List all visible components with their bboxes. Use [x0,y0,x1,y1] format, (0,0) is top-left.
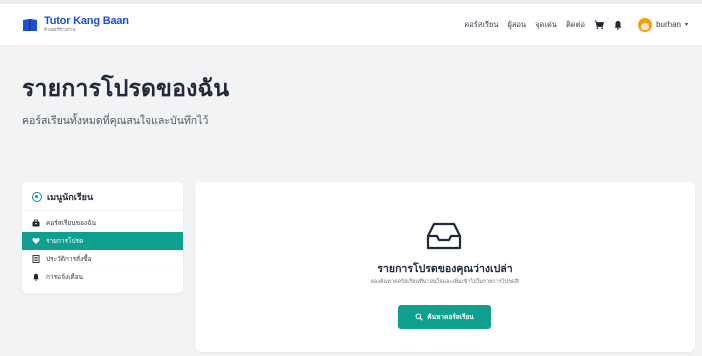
navbar: Tutor Kang Baan ติวเตอร์ข้างบ้าน คอร์สเร… [0,4,702,46]
sidebar-item-label: คอร์สเรียนของฉัน [46,220,97,227]
sidebar-header: เมนูนักเรียน [22,182,183,210]
cart-icon[interactable] [594,20,605,30]
page-header: รายการโปรดของฉัน คอร์สเรียนทั้งหมดที่คุณ… [22,71,229,129]
inbox-icon [426,222,462,250]
nav-link-instructors[interactable]: ผู้สอน [508,19,527,31]
page-subtitle: คอร์สเรียนทั้งหมดที่คุณสนใจและบันทึกไว้ [22,115,209,127]
chevron-down-icon: ▾ [684,22,688,28]
empty-state-title: รายการโปรดของคุณว่างเปล่า [377,263,513,275]
toolbox-icon [32,219,40,227]
sidebar-item-label: ประวัติการสั่งซื้อ [46,256,92,263]
heart-icon [32,238,40,244]
nav-link-courses[interactable]: คอร์สเรียน [464,19,498,31]
page-title: รายการโปรดของฉัน [22,75,230,101]
receipt-icon [32,255,40,263]
favorites-card: รายการโปรดของคุณว่างเปล่า ลองค้นหาคอร์สเ… [195,182,695,352]
sidebar-item-notifications[interactable]: การแจ้งเตือน [22,268,183,286]
user-menu[interactable]: burhan ▾ [638,17,688,32]
sidebar-title: เมนูนักเรียน [47,192,94,202]
nav-links: คอร์สเรียน ผู้สอน จุดเด่น ติดต่อ burhan … [464,17,688,32]
sidebar-item-label: รายการโปรด [46,238,84,245]
student-sidebar: เมนูนักเรียน คอร์สเรียนของฉัน รายการโปรด… [22,182,183,293]
search-courses-button[interactable]: ค้นหาคอร์สเรียน [398,305,491,329]
search-icon [415,313,423,321]
bell-icon[interactable] [613,20,623,30]
book-icon [23,18,37,31]
sidebar-item-favorites[interactable]: รายการโปรด [22,232,183,250]
nav-link-contact[interactable]: ติดต่อ [566,19,585,31]
user-circle-icon [32,192,42,202]
divider [22,210,183,211]
sidebar-item-label: การแจ้งเตือน [46,274,84,281]
search-courses-label: ค้นหาคอร์สเรียน [427,314,474,321]
logo[interactable]: Tutor Kang Baan ติวเตอร์ข้างบ้าน [22,16,129,33]
empty-state-subtitle: ลองค้นหาคอร์สเรียนที่น่าสนใจและเพิ่มเข้า… [370,279,520,285]
bell-icon [33,273,39,281]
sidebar-item-order-history[interactable]: ประวัติการสั่งซื้อ [22,250,183,268]
brand-subtitle: ติวเตอร์ข้างบ้าน [44,27,76,33]
nav-link-highlights[interactable]: จุดเด่น [535,19,557,31]
sidebar-item-my-courses[interactable]: คอร์สเรียนของฉัน [22,214,183,232]
brand-title: Tutor Kang Baan [44,15,129,28]
avatar [638,17,653,32]
user-name: burhan [656,20,681,29]
